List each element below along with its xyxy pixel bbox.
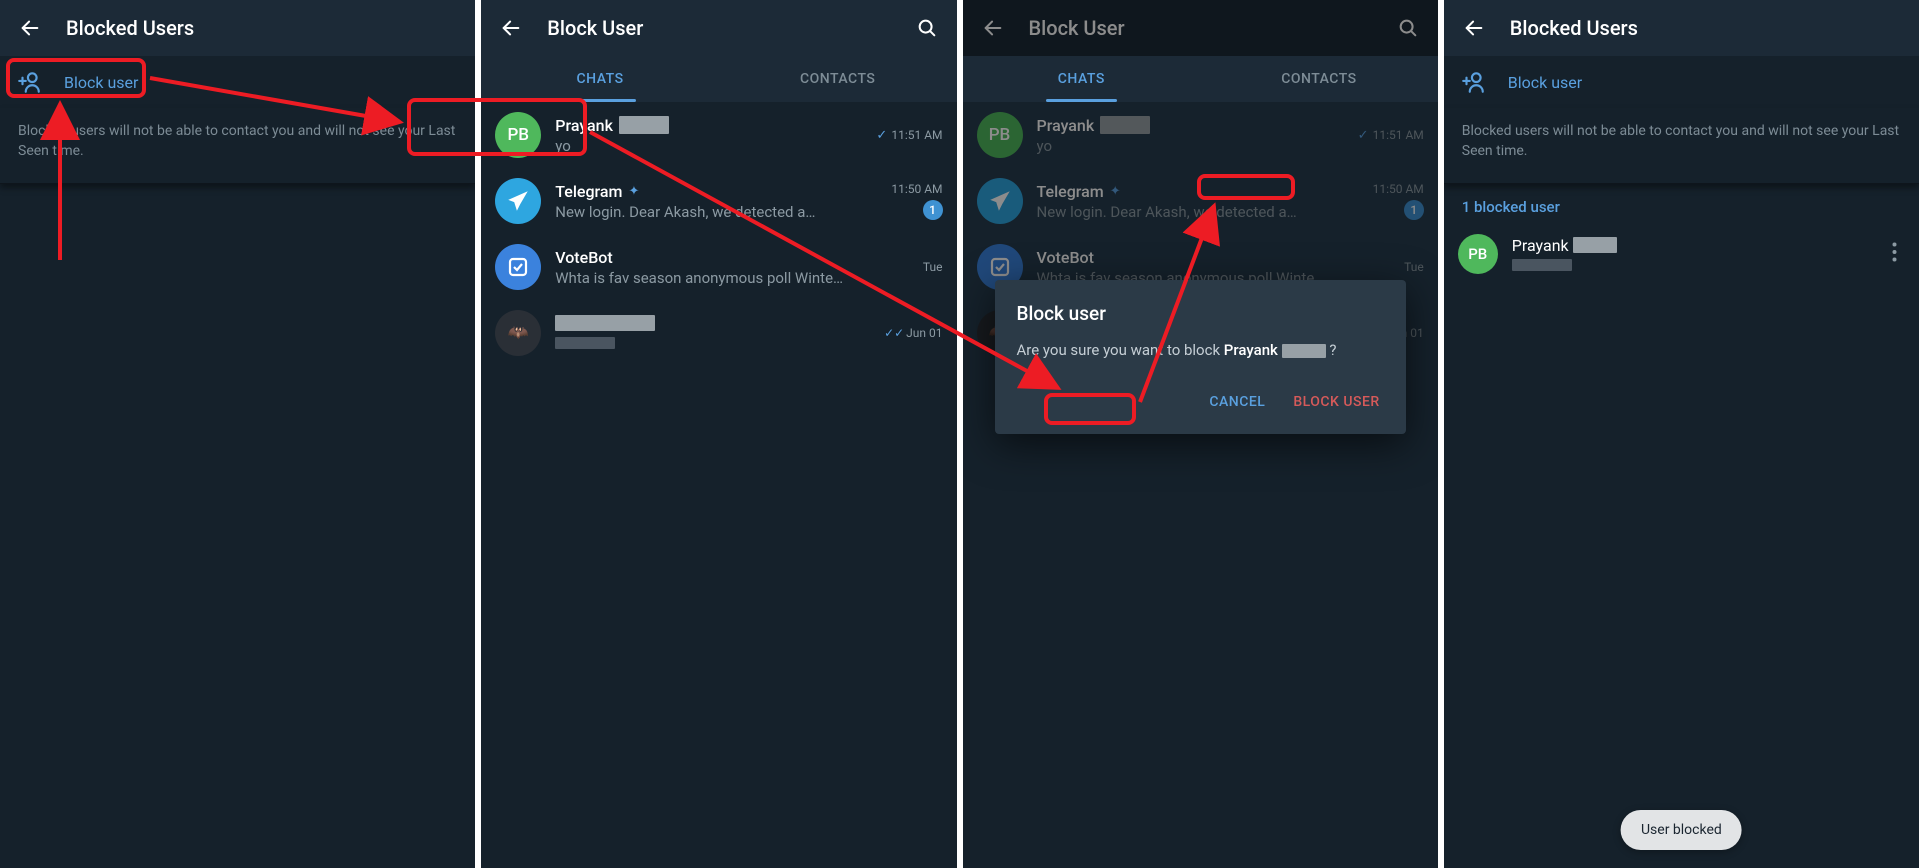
panel-block-user-picker: Block User CHATS CONTACTS PB Prayank yo … bbox=[481, 0, 962, 868]
redacted bbox=[555, 315, 655, 331]
chat-name: Prayank bbox=[1037, 116, 1095, 135]
chat-time: Tue bbox=[923, 260, 943, 274]
redacted bbox=[555, 337, 615, 349]
panel-block-confirm: Block User CHATS CONTACTS PB Prayank yo … bbox=[963, 0, 1444, 868]
app-header: Block User bbox=[481, 0, 956, 56]
page-title: Blocked Users bbox=[66, 16, 465, 40]
search-icon bbox=[1397, 17, 1419, 39]
chat-time: Jun 01 bbox=[906, 326, 942, 340]
more-vertical-icon bbox=[1892, 242, 1897, 262]
chat-item-telegram[interactable]: Telegram ✦ New login. Dear Akash, we dete… bbox=[481, 168, 956, 234]
add-person-icon bbox=[1460, 69, 1496, 95]
search-icon bbox=[916, 17, 938, 39]
chat-name: VoteBot bbox=[555, 248, 915, 267]
verified-icon: ✦ bbox=[1110, 184, 1121, 199]
blocked-user-row[interactable]: PB Prayank bbox=[1444, 224, 1919, 284]
avatar bbox=[495, 244, 541, 290]
app-header: Block User bbox=[963, 0, 1438, 56]
avatar bbox=[977, 178, 1023, 224]
chat-list: PB Prayank yo ✓ 11:51 AM Telegram ✦ New lo… bbox=[481, 102, 956, 366]
redacted bbox=[1573, 237, 1617, 253]
tab-contacts[interactable]: CONTACTS bbox=[719, 56, 957, 102]
chat-preview: New login. Dear Akash, we detected a… bbox=[555, 203, 883, 221]
redacted bbox=[1282, 344, 1326, 358]
section-title: 1 blocked user bbox=[1444, 184, 1919, 224]
chat-name: Prayank bbox=[555, 116, 613, 135]
page-title: Block User bbox=[547, 16, 906, 40]
search-button[interactable] bbox=[1388, 8, 1428, 48]
chat-time: 11:51 AM bbox=[891, 128, 942, 142]
page-title: Block User bbox=[1029, 16, 1388, 40]
chat-preview: yo bbox=[555, 137, 868, 155]
back-button[interactable] bbox=[10, 8, 50, 48]
redacted bbox=[1100, 116, 1150, 134]
check-icon: ✓ bbox=[876, 128, 887, 143]
chat-item-telegram[interactable]: Telegram✦ New login. Dear Akash, we dete… bbox=[963, 168, 1438, 234]
chat-preview: Whta is fav season anonymous poll Winte… bbox=[555, 269, 915, 287]
block-user-button[interactable]: Block user bbox=[0, 56, 475, 108]
chat-item-prayank[interactable]: PB Prayank yo ✓ 11:51 AM bbox=[481, 102, 956, 168]
back-button[interactable] bbox=[1454, 8, 1494, 48]
block-confirm-dialog: Block user Are you sure you want to bloc… bbox=[995, 280, 1406, 434]
block-user-label: Block user bbox=[64, 73, 138, 92]
tab-bar: CHATS CONTACTS bbox=[963, 56, 1438, 102]
avatar: PB bbox=[977, 112, 1023, 158]
blocked-user-name: Prayank bbox=[1512, 236, 1569, 255]
chat-item-votebot[interactable]: VoteBot Whta is fav season anonymous pol… bbox=[481, 234, 956, 300]
toast: User blocked bbox=[1621, 810, 1742, 850]
check-icon: ✓ bbox=[1358, 128, 1369, 143]
dialog-cancel-button[interactable]: CANCEL bbox=[1205, 386, 1269, 418]
search-button[interactable] bbox=[907, 8, 947, 48]
tab-chats[interactable]: CHATS bbox=[963, 56, 1201, 102]
double-check-icon: ✓✓ bbox=[884, 326, 904, 340]
panel-blocked-users-list: Blocked Users Block user Blocked users w… bbox=[1444, 0, 1919, 868]
chat-name: Telegram bbox=[555, 182, 622, 201]
tab-bar: CHATS CONTACTS bbox=[481, 56, 956, 102]
arrow-left-icon bbox=[1463, 17, 1485, 39]
avatar bbox=[495, 178, 541, 224]
back-button[interactable] bbox=[973, 8, 1013, 48]
telegram-icon bbox=[505, 188, 531, 214]
dialog-title: Block user bbox=[1017, 302, 1384, 325]
arrow-left-icon bbox=[982, 17, 1004, 39]
redacted bbox=[619, 116, 669, 134]
app-header: Blocked Users bbox=[0, 0, 475, 56]
verified-icon: ✦ bbox=[628, 184, 639, 199]
info-text: Blocked users will not be able to contac… bbox=[1444, 108, 1919, 184]
chat-item-anon[interactable]: 🦇 ✓✓Jun 01 bbox=[481, 300, 956, 366]
dialog-message: Are you sure you want to block Prayank ? bbox=[1017, 339, 1384, 362]
block-user-label: Block user bbox=[1508, 73, 1582, 92]
block-user-button[interactable]: Block user bbox=[1444, 56, 1919, 108]
unread-badge: 1 bbox=[923, 200, 943, 220]
panel-blocked-users-empty: Blocked Users Block user Blocked users w… bbox=[0, 0, 481, 868]
chat-item-prayank[interactable]: PB Prayank yo ✓11:51 AM bbox=[963, 102, 1438, 168]
redacted bbox=[1512, 259, 1572, 271]
page-title: Blocked Users bbox=[1510, 16, 1909, 40]
add-person-icon bbox=[16, 69, 52, 95]
back-button[interactable] bbox=[491, 8, 531, 48]
arrow-left-icon bbox=[500, 17, 522, 39]
avatar: PB bbox=[495, 112, 541, 158]
info-text: Blocked users will not be able to contac… bbox=[0, 108, 475, 184]
chat-time: 11:50 AM bbox=[891, 182, 942, 196]
checkbox-icon bbox=[506, 255, 530, 279]
arrow-left-icon bbox=[19, 17, 41, 39]
chat-preview: yo bbox=[1037, 137, 1350, 155]
app-header: Blocked Users bbox=[1444, 0, 1919, 56]
avatar: 🦇 bbox=[495, 310, 541, 356]
more-options-button[interactable] bbox=[1884, 242, 1905, 266]
tab-chats[interactable]: CHATS bbox=[481, 56, 719, 102]
dialog-confirm-button[interactable]: BLOCK USER bbox=[1289, 386, 1383, 418]
avatar: PB bbox=[1458, 234, 1498, 274]
tab-contacts[interactable]: CONTACTS bbox=[1200, 56, 1438, 102]
